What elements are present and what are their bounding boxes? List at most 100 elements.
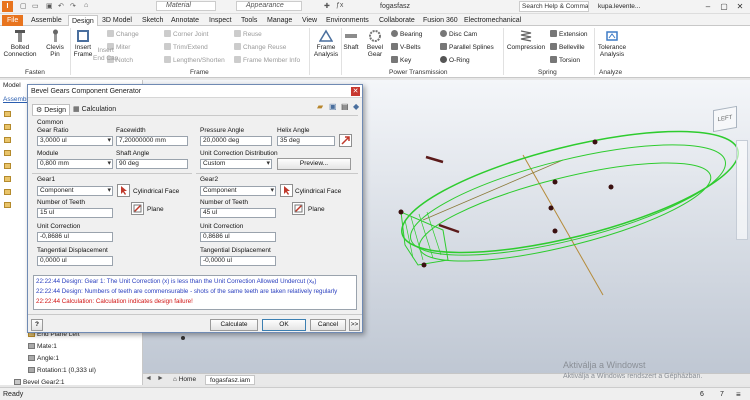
qa-undo-icon[interactable]: ↶ xyxy=(58,2,64,10)
insert-frame-button[interactable]: Insert Frame xyxy=(72,29,94,58)
material-select[interactable]: Material xyxy=(156,1,216,11)
gear2-teeth-field[interactable]: 45 ul xyxy=(200,208,276,218)
gear1-tangential-field[interactable]: 0,0000 ul xyxy=(37,256,113,266)
help-search-input[interactable]: Search Help & Commands... xyxy=(519,1,589,12)
gear1-unit-correction-field[interactable]: -0,8686 ul xyxy=(37,232,113,242)
calculate-button[interactable]: Calculate xyxy=(210,319,258,331)
tolerance-analysis-button[interactable]: Tolerance Analysis xyxy=(597,29,627,58)
tab-annotate[interactable]: Annotate xyxy=(168,15,202,26)
notification-icon[interactable]: ≡ xyxy=(736,390,741,399)
save-icon[interactable]: ▣ xyxy=(329,102,337,111)
tab-assemble[interactable]: Assemble xyxy=(28,15,65,26)
qa-save-icon[interactable]: ▣ xyxy=(46,2,53,10)
key-button[interactable]: Key xyxy=(391,56,411,65)
preview-button[interactable]: Preview... xyxy=(277,158,351,170)
disc-cam-button[interactable]: Disc Cam xyxy=(440,30,477,39)
tree-item-rotation[interactable]: Rotation:1 (0,333 ul) xyxy=(28,367,96,374)
qa-fx-icon[interactable]: ƒx xyxy=(336,2,343,9)
frame-analysis-button[interactable]: Frame Analysis xyxy=(312,29,340,58)
bevel-gear-button[interactable]: Bevel Gear xyxy=(365,29,385,58)
gear2-unit-correction-field[interactable]: 0,8686 ul xyxy=(200,232,276,242)
message-log[interactable]: 22:22:44 Design: Gear 1: The Unit Correc… xyxy=(33,275,357,310)
qa-open-icon[interactable]: ▭ xyxy=(32,2,39,10)
trim-extend-button[interactable]: Trim/Extend xyxy=(164,43,208,52)
tab-view[interactable]: View xyxy=(299,15,320,26)
belleville-spring-button[interactable]: Belleville xyxy=(550,43,585,52)
appearance-select[interactable]: Appearance xyxy=(236,1,302,11)
tab-design[interactable]: Design xyxy=(68,15,98,26)
tab-manage[interactable]: Manage xyxy=(264,15,295,26)
frame-member-info-button[interactable]: Frame Member Info xyxy=(234,56,300,65)
navigation-bar[interactable] xyxy=(736,140,748,240)
o-ring-button[interactable]: O-Ring xyxy=(440,56,470,65)
gear1-teeth-field[interactable]: 15 ul xyxy=(37,208,113,218)
qa-measure-icon[interactable]: ✚ xyxy=(324,2,330,10)
clevis-pin-button[interactable]: Clevis Pin xyxy=(44,29,66,58)
facewidth-field[interactable]: 7,20000000 mm xyxy=(116,136,188,146)
gear2-tangential-field[interactable]: -0,0000 ul xyxy=(200,256,276,266)
insert-end-cap-button[interactable]: Insert End Cap xyxy=(93,47,118,63)
change-button[interactable]: Change xyxy=(107,30,139,39)
tree-item-angle[interactable]: Angle:1 xyxy=(28,355,59,362)
qa-new-icon[interactable]: ▢ xyxy=(20,2,27,10)
tab-document[interactable]: fogasfasz.iam xyxy=(205,375,256,385)
gear1-cylindrical-face-pick[interactable] xyxy=(117,184,130,197)
app-logo[interactable]: I xyxy=(2,1,13,12)
tab-nav-left-icon[interactable]: ◄ xyxy=(145,375,152,382)
module-field[interactable]: 0,800 mm xyxy=(37,159,113,169)
tree-node[interactable] xyxy=(4,150,13,157)
tab-environments[interactable]: Environments xyxy=(323,15,372,26)
parallel-splines-button[interactable]: Parallel Splines xyxy=(440,43,494,52)
minimize-icon[interactable]: – xyxy=(700,1,716,12)
collapse-icon[interactable]: ◆ xyxy=(353,102,359,111)
v-belts-button[interactable]: V-Belts xyxy=(391,43,421,52)
tree-node[interactable] xyxy=(4,124,13,131)
tab-fusion-360[interactable]: Fusion 360 xyxy=(420,15,461,26)
tab-file[interactable]: File xyxy=(2,15,24,26)
helix-angle-field[interactable]: 35 deg xyxy=(277,136,335,146)
qa-home-icon[interactable]: ⌂ xyxy=(84,2,88,9)
reuse-button[interactable]: Reuse xyxy=(234,30,262,39)
dialog-close-icon[interactable]: ✕ xyxy=(351,87,360,96)
gear1-component-select[interactable]: Component xyxy=(37,186,113,196)
pressure-angle-field[interactable]: 20,0000 deg xyxy=(200,136,272,146)
compression-spring-button[interactable]: Compression xyxy=(506,29,546,51)
tab-nav-right-icon[interactable]: ► xyxy=(157,375,164,382)
tree-item-bevel-gear2[interactable]: Bevel Gear2:1 xyxy=(14,379,65,386)
tree-node[interactable] xyxy=(4,202,13,209)
gear2-plane-pick[interactable] xyxy=(292,202,305,215)
maximize-icon[interactable]: ▢ xyxy=(716,1,732,12)
tab-sketch[interactable]: Sketch xyxy=(139,15,166,26)
close-window-icon[interactable]: ✕ xyxy=(732,1,748,12)
shaft-button[interactable]: Shaft xyxy=(342,29,360,51)
open-folder-icon[interactable]: ▰ xyxy=(317,102,323,111)
gear2-cylindrical-face-pick[interactable] xyxy=(280,184,293,197)
tree-node[interactable] xyxy=(4,111,13,118)
tree-node[interactable] xyxy=(4,189,13,196)
tree-item-mate[interactable]: Mate:1 xyxy=(28,343,57,350)
tab-design[interactable]: ⚙ Design xyxy=(32,104,71,115)
torsion-spring-button[interactable]: Torsion xyxy=(550,56,580,65)
gear1-plane-pick[interactable] xyxy=(131,202,144,215)
more-button[interactable]: >> xyxy=(349,319,360,331)
corner-joint-button[interactable]: Corner Joint xyxy=(164,30,208,39)
gear2-component-select[interactable]: Component xyxy=(200,186,276,196)
tree-node[interactable] xyxy=(4,137,13,144)
tab-home[interactable]: ⌂ Home xyxy=(169,375,200,385)
view-cube[interactable]: LEFT xyxy=(713,105,737,133)
extension-spring-button[interactable]: Extension xyxy=(550,30,588,39)
qa-redo-icon[interactable]: ↷ xyxy=(70,2,76,10)
select-direction-icon[interactable] xyxy=(339,134,352,147)
tab-inspect[interactable]: Inspect xyxy=(206,15,235,26)
bolted-connection-button[interactable]: Bolted Connection xyxy=(3,29,37,58)
lengthen-shorten-button[interactable]: Lengthen/Shorten xyxy=(164,56,225,65)
cancel-button[interactable]: Cancel xyxy=(310,319,346,331)
user-account[interactable]: kupa.levente... xyxy=(598,3,640,10)
gear-ratio-field[interactable]: 3,0000 ul xyxy=(37,136,113,146)
shaft-angle-field[interactable]: 90 deg xyxy=(116,159,188,169)
ok-button[interactable]: OK xyxy=(262,319,306,331)
tree-node[interactable] xyxy=(4,176,13,183)
change-reuse-button[interactable]: Change Reuse xyxy=(234,43,286,52)
model-tab[interactable]: Model xyxy=(3,82,21,89)
tab-electromechanical[interactable]: Electromechanical xyxy=(461,15,524,26)
